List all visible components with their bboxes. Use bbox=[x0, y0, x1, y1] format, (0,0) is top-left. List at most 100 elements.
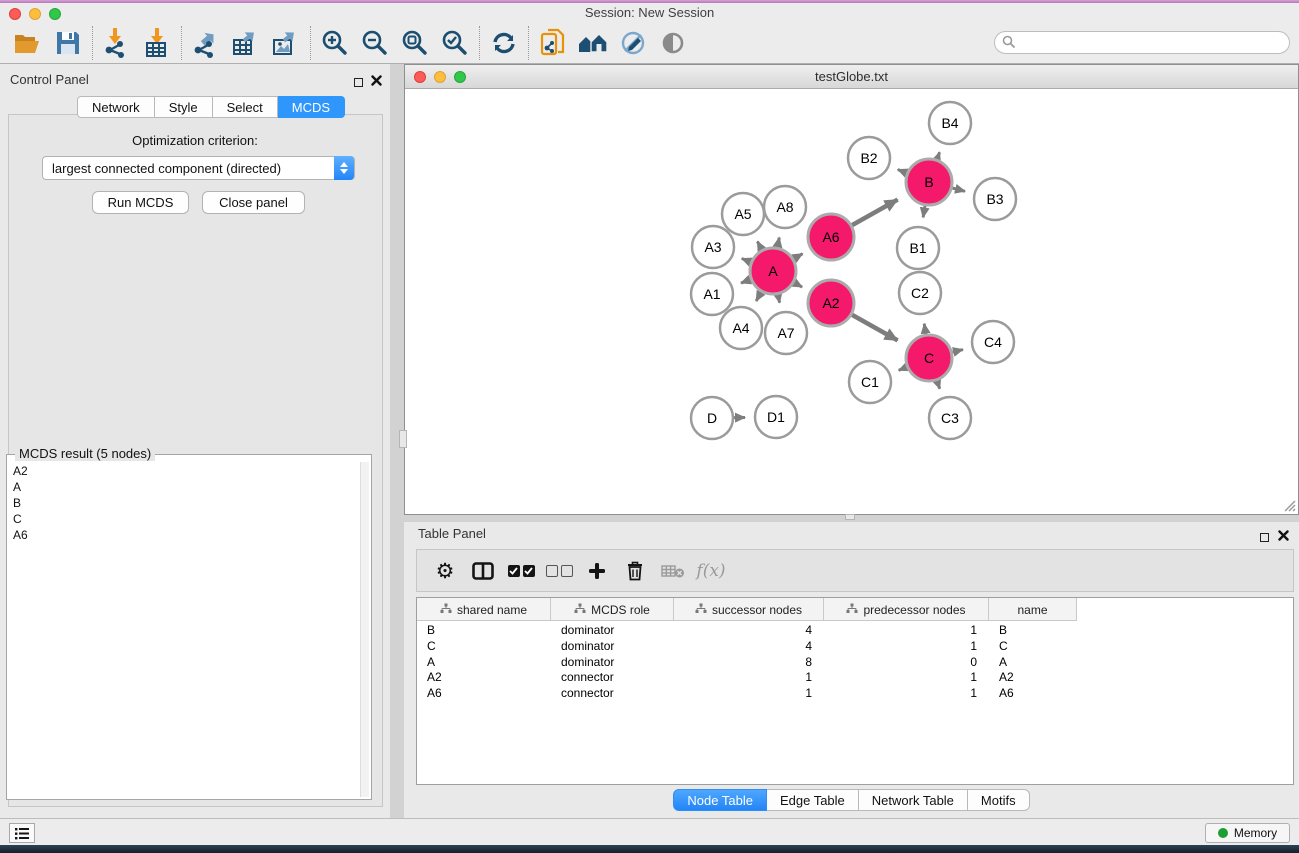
graph-node-B3[interactable]: B3 bbox=[974, 178, 1016, 220]
graph-node-A8[interactable]: A8 bbox=[764, 186, 806, 228]
clone-network-icon[interactable] bbox=[533, 25, 573, 61]
graph-node-B2[interactable]: B2 bbox=[848, 137, 890, 179]
show-columns-icon[interactable] bbox=[467, 555, 499, 587]
graph-edge-A-A1[interactable] bbox=[741, 279, 751, 283]
table-row[interactable]: A2connector11A2 bbox=[417, 670, 1293, 686]
graph-edge-A-A5[interactable] bbox=[757, 241, 761, 249]
table-row[interactable]: A6connector11A6 bbox=[417, 686, 1293, 702]
tab-network[interactable]: Network bbox=[77, 96, 155, 118]
memory-button[interactable]: Memory bbox=[1205, 823, 1290, 843]
zoom-out-icon[interactable] bbox=[355, 25, 395, 61]
result-item[interactable]: A6 bbox=[9, 526, 359, 542]
graph-node-B4[interactable]: B4 bbox=[929, 102, 971, 144]
column-header-MCDS-role[interactable]: MCDS role bbox=[551, 598, 674, 621]
birdseye-icon[interactable] bbox=[653, 25, 693, 61]
export-network-icon[interactable] bbox=[186, 25, 226, 61]
graph-edge-B-B2[interactable] bbox=[898, 170, 907, 174]
graph-node-D1[interactable]: D1 bbox=[755, 396, 797, 438]
delete-column-icon[interactable] bbox=[619, 555, 651, 587]
result-item[interactable]: B bbox=[9, 494, 359, 510]
graph-edge-A-A7[interactable] bbox=[778, 294, 780, 302]
graph-node-C2[interactable]: C2 bbox=[899, 272, 941, 314]
graph-node-B[interactable]: B bbox=[906, 159, 952, 205]
column-header-predecessor-nodes[interactable]: predecessor nodes bbox=[824, 598, 989, 621]
graph-node-D[interactable]: D bbox=[691, 397, 733, 439]
graph-node-A7[interactable]: A7 bbox=[765, 312, 807, 354]
task-history-button[interactable] bbox=[9, 823, 35, 843]
result-scrollbar[interactable] bbox=[360, 462, 369, 797]
float-table-panel-icon[interactable] bbox=[1260, 533, 1269, 542]
column-header-shared-name[interactable]: shared name bbox=[417, 598, 551, 621]
column-header-successor-nodes[interactable]: successor nodes bbox=[674, 598, 824, 621]
search-input[interactable] bbox=[994, 31, 1290, 54]
result-item[interactable]: A2 bbox=[9, 462, 359, 478]
resize-grip-icon[interactable] bbox=[1282, 498, 1296, 512]
tab-network-table[interactable]: Network Table bbox=[859, 789, 968, 811]
open-session-icon[interactable] bbox=[8, 25, 48, 61]
hide-details-icon[interactable] bbox=[613, 25, 653, 61]
tab-node-table[interactable]: Node Table bbox=[673, 789, 767, 811]
close-table-panel-icon[interactable] bbox=[1278, 528, 1289, 546]
table-row[interactable]: Cdominator41C bbox=[417, 639, 1293, 655]
zoom-in-icon[interactable] bbox=[315, 25, 355, 61]
network-window-titlebar[interactable]: testGlobe.txt bbox=[405, 65, 1298, 89]
optimization-criterion-select[interactable]: largest connected component (directed) bbox=[42, 156, 355, 180]
zoom-selected-icon[interactable] bbox=[435, 25, 475, 61]
graph-edge-A-A3[interactable] bbox=[742, 259, 751, 263]
column-header-name[interactable]: name bbox=[989, 598, 1077, 621]
graph-edge-C-C1[interactable] bbox=[899, 367, 907, 370]
zoom-fit-icon[interactable] bbox=[395, 25, 435, 61]
graph-node-A3[interactable]: A3 bbox=[692, 226, 734, 268]
apply-layout-icon[interactable] bbox=[484, 25, 524, 61]
graph-edge-A-A4[interactable] bbox=[756, 292, 761, 301]
graph-edge-A6-B[interactable] bbox=[852, 200, 898, 226]
graph-edge-B-B1[interactable] bbox=[923, 206, 925, 218]
graph-node-C[interactable]: C bbox=[906, 335, 952, 381]
first-neighbors-icon[interactable] bbox=[573, 25, 613, 61]
close-panel-icon[interactable] bbox=[371, 73, 382, 91]
graph-node-C1[interactable]: C1 bbox=[849, 361, 891, 403]
result-item[interactable]: C bbox=[9, 510, 359, 526]
graph-node-A2[interactable]: A2 bbox=[808, 280, 854, 326]
graph-edge-B-B4[interactable] bbox=[937, 152, 940, 159]
table-settings-icon[interactable]: ⚙ bbox=[429, 555, 461, 587]
unselect-all-columns-icon[interactable] bbox=[543, 555, 575, 587]
add-column-icon[interactable] bbox=[581, 555, 613, 587]
import-table-icon[interactable] bbox=[137, 25, 177, 61]
export-table-icon[interactable] bbox=[226, 25, 266, 61]
graph-edge-A2-C[interactable] bbox=[852, 315, 898, 341]
float-panel-icon[interactable] bbox=[354, 78, 363, 87]
graph-edge-C-C3[interactable] bbox=[937, 381, 940, 389]
network-canvas[interactable]: B4 B2 B B3 A5A8A6 A3 B1 A A1 C2 A2 A4A7 C4 C C1 C3 D D1 bbox=[405, 89, 1298, 514]
graph-edge-A-A6[interactable] bbox=[794, 254, 803, 259]
tab-style[interactable]: Style bbox=[155, 96, 213, 118]
result-item[interactable]: A bbox=[9, 478, 359, 494]
graph-node-A4[interactable]: A4 bbox=[720, 307, 762, 349]
tab-edge-table[interactable]: Edge Table bbox=[767, 789, 859, 811]
graph-edge-B-B3[interactable] bbox=[952, 188, 965, 191]
graph-edge-C-C2[interactable] bbox=[924, 324, 925, 335]
graph-edge-A-A2[interactable] bbox=[794, 283, 802, 287]
tab-select[interactable]: Select bbox=[213, 96, 278, 118]
graph-node-B1[interactable]: B1 bbox=[897, 227, 939, 269]
graph-node-A[interactable]: A bbox=[750, 248, 796, 294]
run-mcds-button[interactable]: Run MCDS bbox=[92, 191, 189, 214]
graph-node-A6[interactable]: A6 bbox=[808, 214, 854, 260]
graph-node-C4[interactable]: C4 bbox=[972, 321, 1014, 363]
graph-node-A5[interactable]: A5 bbox=[722, 193, 764, 235]
horizontal-splitter-handle[interactable] bbox=[845, 514, 855, 520]
tab-motifs[interactable]: Motifs bbox=[968, 789, 1030, 811]
close-panel-button[interactable]: Close panel bbox=[202, 191, 305, 214]
tab-mcds[interactable]: MCDS bbox=[278, 96, 345, 118]
graph-node-C3[interactable]: C3 bbox=[929, 397, 971, 439]
import-network-icon[interactable] bbox=[97, 25, 137, 61]
table-row[interactable]: Adominator80A bbox=[417, 655, 1293, 671]
graph-edge-A-A8[interactable] bbox=[777, 237, 779, 247]
select-all-columns-icon[interactable] bbox=[505, 555, 537, 587]
save-session-icon[interactable] bbox=[48, 25, 88, 61]
splitter-handle[interactable] bbox=[399, 430, 407, 448]
graph-edge-C-C4[interactable] bbox=[952, 350, 963, 353]
table-row[interactable]: Bdominator41B bbox=[417, 623, 1293, 639]
export-image-icon[interactable] bbox=[266, 25, 306, 61]
graph-node-A1[interactable]: A1 bbox=[691, 273, 733, 315]
